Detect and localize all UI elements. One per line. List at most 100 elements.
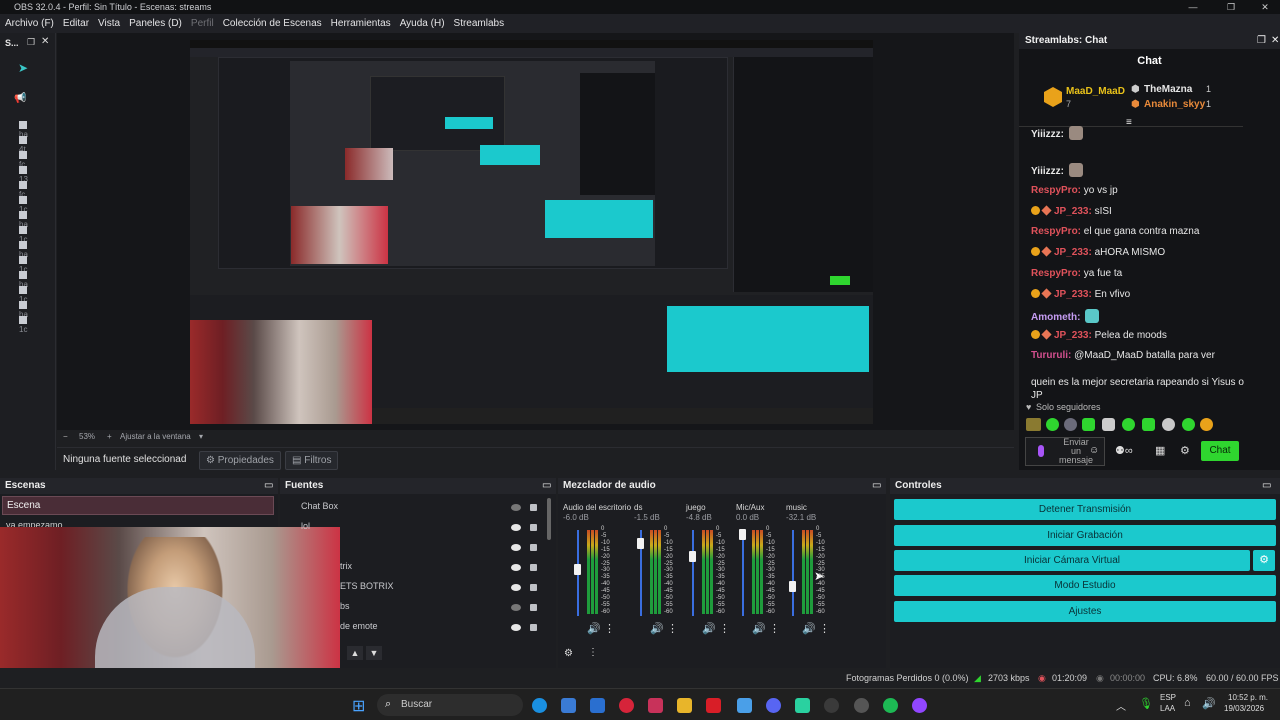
move-down-button[interactable]: ▼	[366, 646, 382, 660]
opera-icon[interactable]	[619, 698, 634, 713]
close-icon[interactable]: ✕	[1271, 33, 1279, 49]
dock-float-icon[interactable]: ❐	[27, 37, 35, 48]
scene-item-selected[interactable]: Escena	[2, 496, 274, 515]
chat-username[interactable]: Amometh:	[1031, 312, 1080, 323]
app-icon[interactable]	[795, 698, 810, 713]
chat-username[interactable]: Tururuli:	[1031, 350, 1071, 361]
mic-tray-icon[interactable]: 🎙	[1139, 697, 1153, 710]
emote-icon[interactable]	[1200, 418, 1213, 431]
lock-icon[interactable]	[530, 604, 537, 611]
dock-item-icon[interactable]	[19, 166, 27, 174]
dock-item-icon[interactable]	[19, 256, 27, 264]
start-virtual-camera-button[interactable]: Iniciar Cámara Virtual	[894, 550, 1250, 571]
minimize-button[interactable]: —	[1180, 0, 1206, 14]
volume-fader-track[interactable]	[742, 530, 744, 616]
source-item[interactable]: de emote	[340, 621, 378, 631]
visibility-eye-icon[interactable]	[511, 544, 521, 551]
stop-stream-button[interactable]: Detener Transmisión	[894, 499, 1276, 520]
channel-menu-icon[interactable]: ⋮	[769, 622, 780, 635]
menu-ayuda[interactable]: Ayuda (H)	[400, 18, 445, 29]
mixer-settings-icon[interactable]: ⚙	[564, 648, 573, 659]
move-up-button[interactable]: ▲	[347, 646, 363, 660]
visibility-eye-icon[interactable]	[511, 504, 521, 511]
close-window-button[interactable]: ✕	[1252, 0, 1278, 14]
dock-item-icon[interactable]	[19, 211, 27, 219]
netflix-icon[interactable]	[706, 698, 721, 713]
smiley-icon[interactable]: ☺	[1089, 445, 1099, 456]
dock-item-icon[interactable]	[19, 136, 27, 144]
dock-item-icon[interactable]	[19, 121, 27, 129]
language-label[interactable]: ESP	[1160, 693, 1176, 702]
menu-herramientas[interactable]: Herramientas	[331, 18, 391, 29]
dock-item-icon[interactable]	[19, 316, 27, 324]
menu-coleccion-escenas[interactable]: Colección de Escenas	[223, 18, 322, 29]
emote-icon[interactable]	[1182, 418, 1195, 431]
emote-icon[interactable]	[1046, 418, 1059, 431]
twitch-icon[interactable]	[912, 698, 927, 713]
clock-time[interactable]: 10:52 p. m.	[1228, 693, 1268, 702]
emote-icon[interactable]	[1082, 418, 1095, 431]
emote-bar[interactable]	[1026, 417, 1216, 432]
mute-speaker-icon[interactable]: 🔊	[752, 622, 766, 635]
discord-icon[interactable]	[766, 698, 781, 713]
windows-start-icon[interactable]: ⊞	[352, 696, 365, 716]
chat-username[interactable]: JP_233:	[1054, 289, 1092, 300]
app-icon[interactable]	[737, 698, 752, 713]
lock-icon[interactable]	[530, 624, 537, 631]
volume-fader-knob[interactable]	[789, 580, 796, 592]
dock-item-icon[interactable]	[19, 181, 27, 189]
dock-item-icon[interactable]	[19, 301, 27, 309]
keyboard-label[interactable]: LAA	[1160, 704, 1175, 713]
emote-icon[interactable]	[1064, 418, 1077, 431]
channel-menu-icon[interactable]: ⋮	[604, 622, 615, 635]
panel-menu-icon[interactable]: ▭	[872, 478, 881, 494]
properties-button[interactable]: ⚙ Propiedades	[199, 451, 281, 470]
chat-input[interactable]: Enviar un mensaje ☺	[1025, 437, 1105, 466]
clock-date[interactable]: 19/03/2026	[1224, 704, 1264, 713]
volume-fader-track[interactable]	[692, 530, 694, 616]
volume-icon[interactable]: 🔊	[1202, 697, 1216, 710]
source-item[interactable]: trix	[340, 561, 352, 571]
spotify-icon[interactable]	[883, 698, 898, 713]
chat-username[interactable]: Yiiizzz:	[1031, 129, 1064, 140]
volume-fader-knob[interactable]	[637, 537, 644, 549]
store-app-icon[interactable]	[561, 698, 576, 713]
menu-vista[interactable]: Vista	[98, 18, 120, 29]
tray-chevron-icon[interactable]: ︿	[1116, 698, 1126, 713]
channel-menu-icon[interactable]: ⋮	[667, 622, 678, 635]
mute-speaker-icon[interactable]: 🔊	[802, 622, 816, 635]
channel-menu-icon[interactable]: ⋮	[819, 622, 830, 635]
chat-username[interactable]: RespyPro:	[1031, 268, 1081, 279]
filters-button[interactable]: ▤ Filtros	[285, 451, 339, 470]
chat-username[interactable]: JP_233:	[1054, 206, 1092, 217]
emote-icon[interactable]	[1102, 418, 1115, 431]
source-item[interactable]: ETS BOTRIX	[340, 581, 394, 591]
obs-icon[interactable]	[824, 698, 839, 713]
chat-username[interactable]: JP_233:	[1054, 247, 1092, 258]
mute-speaker-icon[interactable]: 🔊	[650, 622, 664, 635]
dock-item-icon[interactable]	[19, 196, 27, 204]
zoom-fit-label[interactable]: Ajustar a la ventana	[120, 430, 191, 444]
volume-fader-knob[interactable]	[739, 529, 746, 541]
visibility-eye-icon[interactable]	[511, 624, 521, 631]
send-arrow-icon[interactable]: ➤	[18, 61, 28, 75]
zoom-plus-button[interactable]: +	[107, 430, 112, 444]
chat-username[interactable]: RespyPro:	[1031, 185, 1081, 196]
float-icon[interactable]: ❐	[1257, 33, 1266, 49]
dock-close-icon[interactable]: ✕	[41, 36, 49, 47]
app-icon[interactable]	[854, 698, 869, 713]
dock-item-icon[interactable]	[19, 226, 27, 234]
maximize-button[interactable]: ❐	[1218, 0, 1244, 14]
visibility-eye-icon[interactable]	[511, 524, 521, 531]
settings-gear-icon[interactable]: ⚙	[1180, 444, 1190, 457]
chat-username[interactable]: JP_233:	[1054, 330, 1092, 341]
scrollbar[interactable]	[547, 498, 551, 540]
emote-icon[interactable]	[1162, 418, 1175, 431]
dock-item-icon[interactable]	[19, 241, 27, 249]
visibility-eye-icon[interactable]	[511, 564, 521, 571]
megaphone-icon[interactable]: 📢	[14, 93, 26, 104]
source-item[interactable]: Chat Box	[301, 501, 338, 511]
dock-item-icon[interactable]	[19, 286, 27, 294]
zoom-dropdown-icon[interactable]: ▾	[199, 430, 203, 444]
menu-paneles[interactable]: Paneles (D)	[129, 18, 182, 29]
